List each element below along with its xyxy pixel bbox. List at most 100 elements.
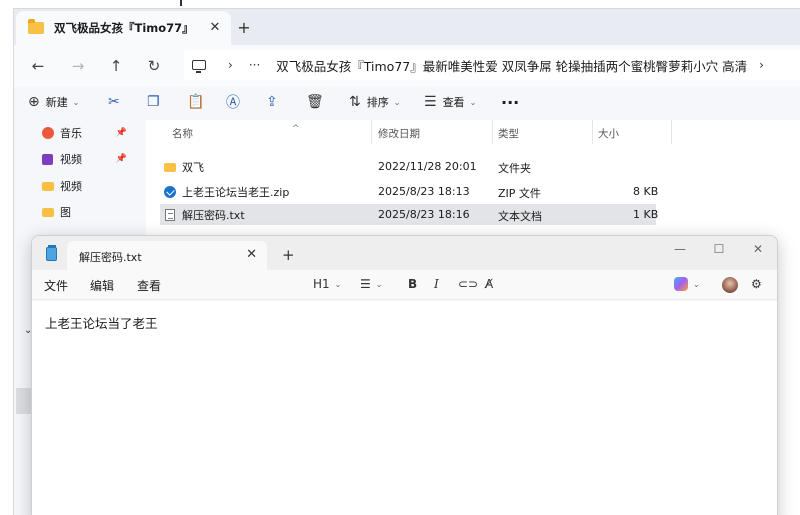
account-avatar-icon bbox=[722, 277, 738, 293]
address-bar[interactable]: › ··· 双飞极品女孩『Timo77』最新唯美性爱 双凤争屌 轮操抽插两个蜜桃… bbox=[184, 50, 800, 80]
sidebar-item-music[interactable]: 音乐 📌 bbox=[42, 122, 127, 144]
file-size: 1 KB bbox=[633, 208, 659, 221]
file-name: 上老王论坛当老王.zip bbox=[182, 186, 290, 199]
sidebar-item-video-folder[interactable]: 视频 bbox=[42, 175, 127, 197]
sidebar-item-videos[interactable]: 视频 📌 bbox=[42, 148, 127, 170]
notepad-title-bar[interactable]: 解压密码.txt ✕ + — ☐ ✕ bbox=[32, 236, 777, 270]
copilot-dropdown[interactable]: ⌄ bbox=[674, 277, 700, 291]
copy-icon: ❐ bbox=[147, 94, 160, 110]
explorer-toolbar: ⊕ 新建 ⌄ ✂ ❐ 📋 Ⓐ ⇪ 🗑 ⇅ 排序 ⌄ ☰ 查看 ⌄ ··· bbox=[14, 87, 800, 117]
file-modified: 2022/11/28 20:01 bbox=[378, 160, 477, 173]
notepad-tab-title: 解压密码.txt bbox=[79, 251, 142, 264]
copy-button[interactable]: ❐ bbox=[147, 91, 166, 113]
file-name-cell: 上老王论坛当老王.zip bbox=[164, 184, 289, 200]
close-icon[interactable]: ✕ bbox=[207, 20, 223, 35]
column-header-type[interactable]: 类型 bbox=[498, 126, 519, 142]
copilot-icon bbox=[674, 277, 688, 291]
folder-icon bbox=[28, 19, 44, 34]
forward-arrow-icon[interactable]: → bbox=[66, 55, 90, 77]
view-list-icon: ☰ bbox=[424, 94, 437, 110]
cut-button[interactable]: ✂ bbox=[108, 91, 126, 113]
file-name-cell: 双飞 bbox=[164, 159, 204, 175]
view-button[interactable]: ☰ 查看 ⌄ bbox=[424, 91, 476, 113]
file-name: 双飞 bbox=[182, 161, 204, 174]
file-name: 解压密码.txt bbox=[182, 209, 245, 222]
share-button[interactable]: ⇪ bbox=[266, 91, 284, 113]
refresh-icon[interactable]: ↻ bbox=[142, 55, 166, 77]
chevron-down-icon: ⌄ bbox=[375, 279, 383, 289]
chevron-down-icon: ⌄ bbox=[334, 279, 342, 289]
sidebar-item-label: 视频 bbox=[60, 153, 82, 166]
menu-edit[interactable]: 编辑 bbox=[90, 277, 114, 294]
paste-button[interactable]: 📋 bbox=[187, 91, 210, 113]
table-row[interactable]: 双飞 2022/11/28 20:01 文件夹 bbox=[160, 156, 656, 177]
sidebar-selected-item[interactable] bbox=[16, 388, 32, 414]
list-dropdown[interactable]: ☰ ⌄ bbox=[360, 277, 382, 291]
file-name-cell: 解压密码.txt bbox=[164, 207, 245, 223]
menu-view[interactable]: 查看 bbox=[137, 277, 161, 294]
table-row[interactable]: 上老王论坛当老王.zip 2025/8/23 18:13 ZIP 文件 8 KB bbox=[160, 181, 658, 202]
clear-formatting-icon[interactable]: A̸ bbox=[485, 277, 493, 291]
chevron-right-icon[interactable]: › bbox=[759, 58, 764, 72]
sidebar-item-label: 视频 bbox=[60, 180, 82, 193]
address-path[interactable]: 双飞极品女孩『Timo77』最新唯美性爱 双凤争屌 轮操抽插两个蜜桃臀萝莉小穴 … bbox=[276, 56, 747, 75]
new-tab-button[interactable]: + bbox=[234, 18, 254, 37]
sort-icon: ⇅ bbox=[349, 94, 361, 110]
close-icon[interactable]: ✕ bbox=[246, 247, 257, 262]
notepad-editor[interactable]: 上老王论坛当了老王 bbox=[32, 301, 777, 515]
chevron-down-icon: ⌄ bbox=[393, 97, 401, 107]
pin-icon: 📌 bbox=[115, 128, 127, 138]
clipboard-icon: 📋 bbox=[187, 94, 205, 110]
column-divider[interactable] bbox=[371, 120, 372, 144]
explorer-navigation-bar: ← → ↑ ↻ › ··· 双飞极品女孩『Timo77』最新唯美性爱 双凤争屌 … bbox=[14, 45, 800, 87]
column-header-name[interactable]: 名称 ^ bbox=[172, 124, 300, 142]
heading-dropdown[interactable]: H1 ⌄ bbox=[313, 277, 341, 291]
sort-button-label: 排序 bbox=[366, 96, 389, 109]
folder-icon bbox=[164, 162, 176, 172]
link-icon[interactable]: ⊂⊃ bbox=[458, 277, 478, 291]
italic-icon[interactable]: I bbox=[434, 277, 439, 291]
chevron-down-icon: ⌄ bbox=[469, 97, 477, 107]
column-divider[interactable] bbox=[592, 120, 593, 144]
column-divider[interactable] bbox=[671, 120, 672, 144]
minimize-button[interactable]: — bbox=[670, 242, 690, 256]
notepad-content[interactable]: 上老王论坛当了老王 bbox=[45, 313, 158, 332]
more-options-icon[interactable]: ··· bbox=[501, 91, 519, 113]
notepad-tab[interactable]: 解压密码.txt ✕ bbox=[67, 241, 267, 270]
new-tab-button[interactable]: + bbox=[282, 246, 295, 264]
column-header-label: 名称 bbox=[172, 128, 193, 140]
notepad-window: 解压密码.txt ✕ + — ☐ ✕ 文件 编辑 查看 H1 ⌄ ☰ ⌄ B I… bbox=[31, 235, 778, 515]
new-button[interactable]: ⊕ 新建 ⌄ bbox=[28, 91, 79, 113]
share-icon: ⇪ bbox=[266, 94, 278, 110]
pin-icon: 📌 bbox=[115, 154, 127, 164]
background-mark bbox=[180, 0, 182, 6]
file-modified: 2025/8/23 18:13 bbox=[378, 185, 470, 198]
column-header-modified[interactable]: 修改日期 bbox=[378, 126, 420, 142]
chevron-down-icon: ⌄ bbox=[693, 279, 700, 289]
table-row[interactable]: 解压密码.txt 2025/8/23 18:16 文本文档 1 KB bbox=[160, 204, 659, 225]
trash-icon: 🗑 bbox=[306, 94, 324, 110]
folder-icon bbox=[42, 207, 54, 217]
close-window-button[interactable]: ✕ bbox=[748, 242, 768, 256]
sidebar-item-pictures[interactable]: 图 bbox=[42, 201, 127, 223]
zip-icon bbox=[164, 186, 176, 198]
file-type: 文件夹 bbox=[498, 162, 531, 175]
column-divider[interactable] bbox=[492, 120, 493, 144]
explorer-tab[interactable]: 双飞极品女孩『Timo77』最新唯美性爱 ✕ bbox=[16, 11, 231, 45]
more-path-icon[interactable]: ··· bbox=[249, 58, 260, 72]
bold-icon[interactable]: B bbox=[408, 277, 417, 291]
txt-icon bbox=[165, 209, 175, 221]
avatar[interactable] bbox=[722, 277, 738, 293]
up-arrow-icon[interactable]: ↑ bbox=[104, 55, 128, 77]
gear-icon[interactable]: ⚙ bbox=[751, 277, 762, 291]
column-header-size[interactable]: 大小 bbox=[598, 126, 619, 142]
folder-icon bbox=[42, 181, 54, 191]
menu-file[interactable]: 文件 bbox=[44, 277, 68, 294]
rename-button[interactable]: Ⓐ bbox=[226, 91, 246, 113]
file-type: 文本文档 bbox=[498, 210, 542, 223]
sort-button[interactable]: ⇅ 排序 ⌄ bbox=[349, 91, 400, 113]
maximize-button[interactable]: ☐ bbox=[709, 242, 729, 256]
view-button-label: 查看 bbox=[442, 96, 465, 109]
back-arrow-icon[interactable]: ← bbox=[26, 55, 50, 77]
delete-button[interactable]: 🗑 bbox=[306, 91, 330, 113]
